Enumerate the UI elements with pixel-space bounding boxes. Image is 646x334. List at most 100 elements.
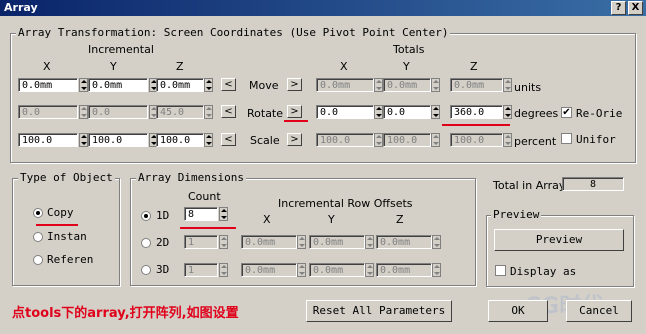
offset-2d-y-input[interactable]: 0.0mm: [309, 235, 365, 249]
scale-tot-x-input[interactable]: 100.0: [316, 133, 374, 147]
rotate-tot-x-spinner[interactable]: [374, 105, 383, 119]
inc-y-header: Y: [110, 60, 117, 73]
instance-label: Instan: [47, 230, 87, 243]
scale-label: Scale: [250, 134, 280, 147]
display-as-box-checkbox[interactable]: [495, 265, 506, 276]
offset-3d-y-input[interactable]: 0.0mm: [309, 263, 365, 277]
offset-3d-z-input[interactable]: 0.0mm: [376, 263, 432, 277]
rotate-tot-x-input[interactable]: 0.0: [316, 105, 374, 119]
rotate-inc-x-input[interactable]: 0.0: [18, 105, 78, 119]
rotate-label: Rotate: [247, 107, 284, 120]
scale-inc-z-spinner[interactable]: [204, 133, 213, 147]
scale-unit-label: percent: [514, 135, 557, 148]
copy-radio[interactable]: [33, 208, 43, 218]
reorient-label: Re-Orie: [576, 107, 623, 120]
move-tot-x-input[interactable]: 0.0mm: [316, 78, 374, 92]
tutorial-annotation: 点tools下的array,打开阵列,如图设置: [12, 306, 239, 321]
count-label: Count: [188, 190, 221, 203]
dim-3d-radio[interactable]: [141, 265, 151, 275]
type-of-object-label: Type of Object: [18, 171, 115, 184]
rotate-inc-z-input[interactable]: 45.0: [156, 105, 204, 119]
scale-inc-z-input[interactable]: 100.0: [156, 133, 204, 147]
move-right-arrow-button[interactable]: >: [287, 78, 302, 91]
offset-3d-z-spinner[interactable]: [432, 263, 441, 277]
move-inc-y-input[interactable]: 0.0mm: [88, 78, 148, 92]
close-button[interactable]: X: [628, 1, 643, 15]
offset-3d-x-spinner[interactable]: [297, 263, 306, 277]
count-3d-input[interactable]: 1: [184, 263, 218, 277]
scale-left-arrow-button[interactable]: <: [221, 133, 236, 146]
title-bar[interactable]: [0, 0, 646, 16]
reorient-checkbox[interactable]: ✔: [561, 107, 572, 118]
rotate-total-highlight-underline: [442, 124, 510, 126]
uniform-label: Unifor: [576, 133, 616, 146]
count-3d-spinner[interactable]: [219, 263, 228, 277]
count-1d-spinner[interactable]: [219, 207, 228, 221]
scale-tot-y-input[interactable]: 100.0: [383, 133, 431, 147]
rotate-right-arrow-button[interactable]: >: [287, 105, 302, 118]
dim-1d-label: 1D: [156, 209, 170, 222]
move-tot-z-spinner[interactable]: [503, 78, 512, 92]
preview-group-label: Preview: [491, 208, 542, 221]
move-inc-x-spinner[interactable]: [79, 78, 88, 92]
move-tot-y-input[interactable]: 0.0mm: [383, 78, 431, 92]
dim-2d-radio[interactable]: [141, 238, 151, 248]
reference-label: Referen: [47, 253, 94, 266]
rotate-tot-y-input[interactable]: 0.0: [383, 105, 431, 119]
offset-2d-y-spinner[interactable]: [365, 235, 374, 249]
instance-radio[interactable]: [33, 232, 43, 242]
rotate-inc-z-spinner[interactable]: [204, 105, 213, 119]
copy-label: Copy: [47, 206, 74, 219]
tot-x-header: X: [340, 60, 348, 73]
move-inc-z-input[interactable]: 0.0mm: [156, 78, 204, 92]
scale-inc-x-input[interactable]: 100.0: [18, 133, 78, 147]
scale-tot-y-spinner[interactable]: [431, 133, 440, 147]
transformation-group-label: Array Transformation: Screen Coordinates…: [16, 26, 451, 39]
rotate-tot-y-spinner[interactable]: [431, 105, 440, 119]
row-offsets-label: Incremental Row Offsets: [278, 197, 413, 210]
rotate-inc-y-input[interactable]: 0.0: [88, 105, 148, 119]
offset-2d-x-spinner[interactable]: [297, 235, 306, 249]
count-highlight-underline: [180, 227, 236, 229]
dim-2d-label: 2D: [156, 236, 170, 249]
offset-2d-x-input[interactable]: 0.0mm: [241, 235, 297, 249]
offset-2d-z-input[interactable]: 0.0mm: [376, 235, 432, 249]
offset-y-header: Y: [328, 213, 335, 226]
count-2d-spinner[interactable]: [219, 235, 228, 249]
count-2d-input[interactable]: 1: [184, 235, 218, 249]
count-1d-input[interactable]: 8: [184, 207, 218, 221]
scale-tot-z-spinner[interactable]: [503, 133, 512, 147]
move-inc-z-spinner[interactable]: [204, 78, 213, 92]
rotate-left-arrow-button[interactable]: <: [221, 105, 236, 118]
rotate-arrow-highlight-underline: [284, 120, 308, 122]
cancel-button[interactable]: Cancel: [566, 300, 632, 322]
move-tot-x-spinner[interactable]: [374, 78, 383, 92]
total-in-array-label: Total in Array:: [493, 179, 569, 192]
rotate-tot-z-spinner[interactable]: [503, 105, 512, 119]
inc-z-header: Z: [176, 60, 184, 73]
move-inc-x-input[interactable]: 0.0mm: [18, 78, 78, 92]
scale-inc-y-input[interactable]: 100.0: [88, 133, 148, 147]
offset-2d-z-spinner[interactable]: [432, 235, 441, 249]
uniform-checkbox[interactable]: [561, 133, 572, 144]
copy-highlight-underline: [36, 224, 78, 226]
dim-1d-radio[interactable]: [141, 211, 151, 221]
move-tot-y-spinner[interactable]: [431, 78, 440, 92]
move-tot-z-input[interactable]: 0.0mm: [450, 78, 503, 92]
move-label: Move: [249, 79, 279, 92]
scale-inc-x-spinner[interactable]: [79, 133, 88, 147]
move-left-arrow-button[interactable]: <: [221, 78, 236, 91]
scale-right-arrow-button[interactable]: >: [287, 133, 302, 146]
offset-3d-y-spinner[interactable]: [365, 263, 374, 277]
help-button[interactable]: ?: [611, 1, 626, 15]
reference-radio[interactable]: [33, 255, 43, 265]
scale-tot-z-input[interactable]: 100.0: [450, 133, 503, 147]
display-as-box-label: Display as: [510, 265, 577, 278]
rotate-inc-x-spinner[interactable]: [79, 105, 88, 119]
rotate-tot-z-input[interactable]: 360.0: [450, 105, 503, 119]
reset-all-parameters-button[interactable]: Reset All Parameters: [306, 300, 452, 322]
offset-3d-x-input[interactable]: 0.0mm: [241, 263, 297, 277]
scale-tot-x-spinner[interactable]: [374, 133, 383, 147]
preview-button[interactable]: Preview: [494, 229, 624, 251]
ok-button[interactable]: OK: [488, 300, 548, 322]
